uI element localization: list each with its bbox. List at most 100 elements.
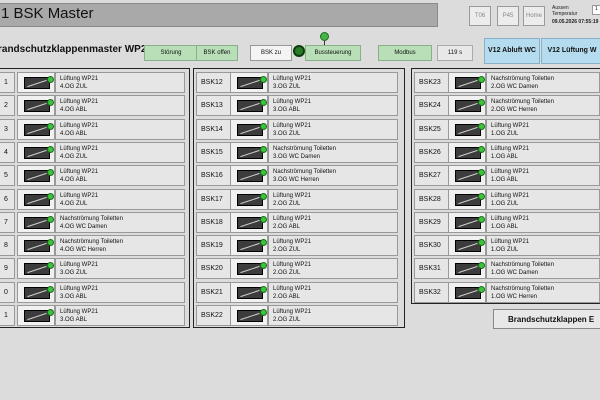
description-line-2: 2.OG ZUL (273, 247, 301, 254)
nav-button-t06[interactable]: T06 (469, 6, 491, 26)
damper-button[interactable] (230, 211, 268, 233)
damper-button[interactable] (17, 281, 55, 303)
status-led-icon (260, 122, 267, 130)
damper-label: BSK31 (414, 258, 450, 280)
damper-button[interactable] (17, 188, 55, 210)
damper-button[interactable] (448, 141, 486, 163)
status-led-icon (478, 285, 485, 293)
description-line-1: Lüftung WP21 (273, 285, 312, 292)
damper-button[interactable] (448, 95, 486, 117)
description-line-1: Lüftung WP21 (273, 239, 312, 246)
damper-description: Nachströmung Toiletten 1.OG WC Herren (486, 281, 600, 303)
status-led-icon (260, 99, 267, 107)
damper-button[interactable] (17, 72, 55, 93)
damper-description: Nachströmung Toiletten 1.OG WC Damen (486, 258, 600, 280)
damper-button[interactable] (17, 95, 55, 117)
damper-description: Nachströmung Toiletten 4.OG WC Damen (55, 211, 185, 233)
description-line-1: Lüftung WP21 (273, 192, 312, 199)
description-line-1: Lüftung WP21 (60, 145, 99, 152)
damper-button[interactable] (17, 141, 55, 163)
damper-row: 3 Lüftung WP21 4.OG ABL (0, 118, 189, 140)
description-line-2: 3.OG ZUL (273, 130, 301, 137)
damper-label: BSK22 (196, 305, 232, 326)
bus-status-icon (293, 45, 305, 57)
status-led-icon (260, 145, 267, 153)
status-led-icon (47, 215, 54, 223)
damper-description: Lüftung WP21 3.OG ZUL (268, 118, 398, 140)
description-line-2: 4.OG ZUL (60, 84, 88, 90)
status-led-icon (260, 215, 267, 223)
damper-description: Lüftung WP21 3.OG ABL (55, 281, 185, 303)
damper-button[interactable] (448, 72, 486, 93)
damper-description: Lüftung WP21 4.OG ZUL (55, 72, 185, 93)
damper-button[interactable] (230, 305, 268, 326)
damper-label: 4 (0, 141, 15, 163)
v12-abluft-wc-button[interactable]: V12 Abluft WC (484, 38, 540, 64)
page-title: 1 BSK Master (1, 5, 94, 22)
damper-button[interactable] (448, 281, 486, 303)
status-led-icon (260, 239, 267, 247)
damper-button[interactable] (448, 211, 486, 233)
damper-button[interactable] (17, 305, 55, 326)
stoerung-button[interactable]: Störung (144, 45, 198, 61)
description-line-2: 2.OG ABL (273, 293, 301, 300)
home-button[interactable]: Home (523, 6, 545, 26)
status-led-icon (47, 99, 54, 107)
damper-description: Lüftung WP21 4.OG ABL (55, 118, 185, 140)
bsk-offen-button[interactable]: BSK offen (196, 45, 238, 61)
damper-button[interactable] (230, 188, 268, 210)
modbus-button[interactable]: Modbus (378, 45, 432, 61)
damper-button[interactable] (230, 281, 268, 303)
nav-button-p45[interactable]: P45 (497, 6, 519, 26)
damper-row: BSK17 Lüftung WP21 2.OG ZUL (194, 188, 404, 210)
status-led-icon (47, 145, 54, 153)
description-line-1: Nachströmung Toiletten (491, 76, 554, 82)
temperature-label-line2: Temperatur (552, 11, 578, 17)
bussteuerung-button[interactable]: Bussteuerung (305, 45, 361, 61)
brandschutzklappen-button[interactable]: Brandschutzklappen E (493, 309, 600, 329)
damper-row: BSK31 Nachströmung Toiletten 1.OG WC Damen (412, 258, 600, 280)
damper-row: BSK29 Lüftung WP21 1.OG ABL (412, 211, 600, 233)
damper-button[interactable] (17, 165, 55, 187)
damper-label: BSK24 (414, 95, 450, 117)
description-line-2: 2.OG WC Damen (491, 84, 539, 90)
damper-button[interactable] (448, 118, 486, 140)
v12-lueftung-button[interactable]: V12 Lüftung W (541, 38, 600, 64)
description-line-1: Nachströmung Toiletten (491, 285, 554, 292)
damper-row: 7 Nachströmung Toiletten 4.OG WC Damen (0, 211, 189, 233)
description-line-1: Lüftung WP21 (491, 145, 530, 152)
damper-button[interactable] (448, 188, 486, 210)
damper-button[interactable] (448, 258, 486, 280)
damper-button[interactable] (230, 95, 268, 117)
status-led-icon (478, 99, 485, 107)
bsk-zu-button[interactable]: BSK zu (250, 45, 292, 61)
damper-button[interactable] (230, 258, 268, 280)
damper-row: 0 Lüftung WP21 3.OG ABL (0, 281, 189, 303)
title-bar: 1 BSK Master (0, 3, 438, 27)
damper-button[interactable] (230, 235, 268, 257)
damper-button[interactable] (230, 118, 268, 140)
damper-button[interactable] (448, 165, 486, 187)
damper-row: BSK22 Lüftung WP21 2.OG ZUL (194, 305, 404, 326)
damper-description: Lüftung WP21 4.OG ZUL (55, 141, 185, 163)
damper-button[interactable] (448, 235, 486, 257)
damper-button[interactable] (17, 118, 55, 140)
status-led-icon (478, 239, 485, 247)
damper-button[interactable] (17, 235, 55, 257)
damper-description: Nachströmung Toiletten 3.OG WC Damen (268, 141, 398, 163)
status-led-icon (478, 122, 485, 130)
damper-button[interactable] (17, 211, 55, 233)
damper-button[interactable] (230, 141, 268, 163)
description-line-1: Lüftung WP21 (491, 239, 530, 246)
description-line-2: 4.OG ZUL (60, 153, 88, 160)
damper-button[interactable] (17, 258, 55, 280)
damper-row: 2 Lüftung WP21 4.OG ABL (0, 95, 189, 117)
description-line-1: Lüftung WP21 (273, 122, 312, 129)
description-line-2: 1.OG WC Damen (491, 270, 539, 277)
damper-row: 1 Lüftung WP21 3.OG ABL (0, 305, 189, 326)
damper-button[interactable] (230, 72, 268, 93)
damper-row: BSK15 Nachströmung Toiletten 3.OG WC Damen (194, 141, 404, 163)
description-line-2: 2.OG ABL (273, 223, 301, 230)
damper-button[interactable] (230, 165, 268, 187)
description-line-2: 1.OG ZUL (491, 200, 519, 207)
